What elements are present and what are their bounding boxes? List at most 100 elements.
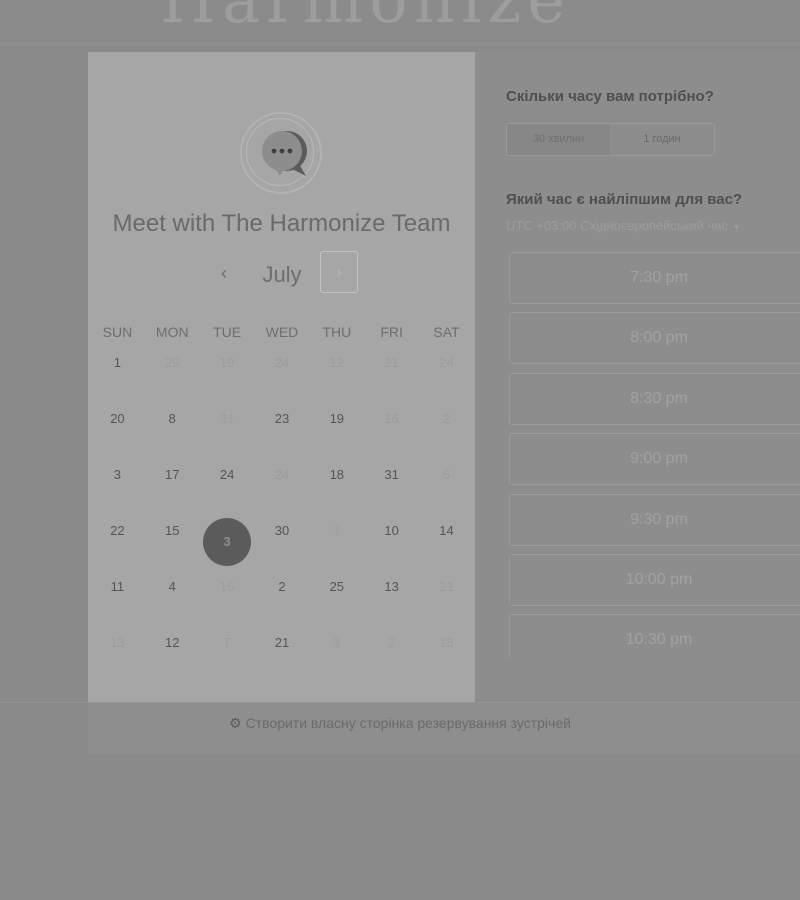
day-number: 23 [274,411,290,426]
calendar-day[interactable]: 4 [145,570,200,626]
timezone-label: UTC +03:00 Східноєвропейський час [506,218,728,233]
calendar-week-row: 13 12 7 21 3 2 18 [90,626,474,682]
day-number: 21 [384,355,399,370]
calendar-day[interactable]: 8 [145,402,200,458]
day-number: 13 [110,635,125,650]
previous-month-button[interactable]: ‹ [212,258,236,288]
calendar-week-row: 1 29 19 24 12 21 24 [90,346,474,402]
day-number: 11 [110,579,125,594]
calendar-day[interactable]: 14 [419,514,474,570]
day-number: 24 [439,355,454,370]
calendar-day: 18 [419,626,474,682]
month-navigation: ‹ July › [88,250,475,296]
footer-link-text: Створити власну сторінка резервування зу… [245,715,571,731]
caret-down-icon: ▼ [731,222,741,232]
calendar-day: 31 [200,402,255,458]
time-slot-button[interactable]: 8:00 pm [509,312,800,365]
weekday-label: THU [322,324,352,340]
time-slot-button[interactable]: 10:00 pm [509,553,800,606]
weekday-header: SUN MON TUE WED THU FRI SAT [90,318,474,346]
calendar-day[interactable]: 21 [255,626,310,682]
calendar-day[interactable]: 24 [200,458,255,514]
day-number: 16 [384,411,399,426]
calendar-day[interactable]: 10 [364,514,419,570]
day-number: 22 [110,523,125,538]
day-number: 15 [165,523,180,538]
create-booking-page-link[interactable]: ⚙ Створити власну сторінка резервування з… [88,715,712,732]
banner-title: Harmonize [160,0,572,38]
calendar-day: 2 [364,626,419,682]
day-number: 24 [274,355,290,370]
calendar-day[interactable]: 2 [255,570,310,626]
day-number: 6 [442,467,451,482]
calendar-day: 13 [90,626,145,682]
day-number: 29 [165,355,180,370]
time-question: Який час є найліпшим для вас? [506,191,743,208]
host-avatar [240,112,322,194]
host-title: Meet with The Harmonize Team [112,210,451,237]
month-label: July [262,262,302,287]
calendar-day[interactable]: 23 [255,402,310,458]
day-number: 30 [274,523,290,538]
calendar-day[interactable]: 19 [309,402,364,458]
duration-option-1-hour[interactable]: 1 годин [610,124,714,155]
day-number: 2 [278,579,286,594]
day-number: 2 [388,635,396,650]
day-number: 18 [439,635,454,650]
calendar-day: 7 [200,626,255,682]
time-slot-list[interactable]: 7:30 pm 8:00 pm 8:30 pm 9:00 pm 9:30 pm 10:00… [509,252,800,658]
calendar-day: 12 [309,346,364,402]
calendar-day[interactable]: 18 [309,458,364,514]
day-number: 1 [333,523,341,538]
calendar-day: 24 [255,346,310,402]
chat-bubble-icon [262,131,307,176]
calendar-day: 24 [419,346,474,402]
header-banner: Harmonize [0,0,800,45]
calendar-day[interactable]: 15 [145,514,200,570]
time-slot-button[interactable]: 7:30 pm [509,252,800,304]
calendar-day[interactable]: 13 [364,570,419,626]
day-number: 16 [219,579,235,594]
calendar-day: 6 [419,458,474,514]
calendar-week-row: 20 8 31 23 19 16 2 [90,402,474,458]
day-number: 8 [168,411,176,426]
day-number: 24 [219,467,235,482]
calendar-day[interactable]: 30 [255,514,310,570]
day-number: 21 [274,635,290,650]
duration-question: Скільки часу вам потрібно? [506,88,714,105]
calendar-day[interactable]: 12 [145,626,200,682]
time-slot-button[interactable]: 10:30 pm [509,614,800,658]
calendar-day[interactable]: 20 [90,402,145,458]
day-number: 7 [223,635,231,650]
day-number: 19 [329,411,345,426]
calendar-weeks: 1 29 19 24 12 21 24 20 8 31 23 19 16 2 3 17 24 24 18 31 6 22 1… [90,346,474,682]
calendar-day[interactable]: 17 [145,458,200,514]
time-slot-button[interactable]: 9:30 pm [509,493,800,546]
weekday-label: SUN [102,324,133,340]
calendar-day[interactable]: 31 [364,458,419,514]
weekday-label: WED [265,324,299,340]
time-slot-button[interactable]: 8:30 pm [509,372,800,425]
day-number: 24 [274,467,290,482]
timezone-selector[interactable]: UTC +03:00 Східноєвропейський час ▼ [506,218,741,233]
calendar-day: 16 [200,570,255,626]
hubspot-sprocket-icon: ⚙ [229,715,242,731]
calendar-day[interactable]: 22 [90,514,145,570]
calendar-day: 19 [200,346,255,402]
day-number: 14 [439,523,454,538]
calendar-day: 1 [309,514,364,570]
calendar-day: 21 [364,346,419,402]
calendar-day: 21 [419,570,474,626]
calendar-day: 24 [255,458,310,514]
calendar-day[interactable]: 25 [309,570,364,626]
calendar-day[interactable]: 11 [90,570,145,626]
day-number: 3 [113,467,122,482]
next-month-button[interactable]: › [320,251,358,293]
day-number: 3 [223,534,231,549]
time-slot-button[interactable]: 9:00 pm [509,433,800,486]
duration-option-30-min[interactable]: 30 хвилин [507,124,610,155]
calendar-day[interactable]: 1 [90,346,145,402]
calendar-day-selected[interactable]: 3 [200,514,255,570]
calendar-day[interactable]: 3 [90,458,145,514]
calendar-day: 16 [364,402,419,458]
